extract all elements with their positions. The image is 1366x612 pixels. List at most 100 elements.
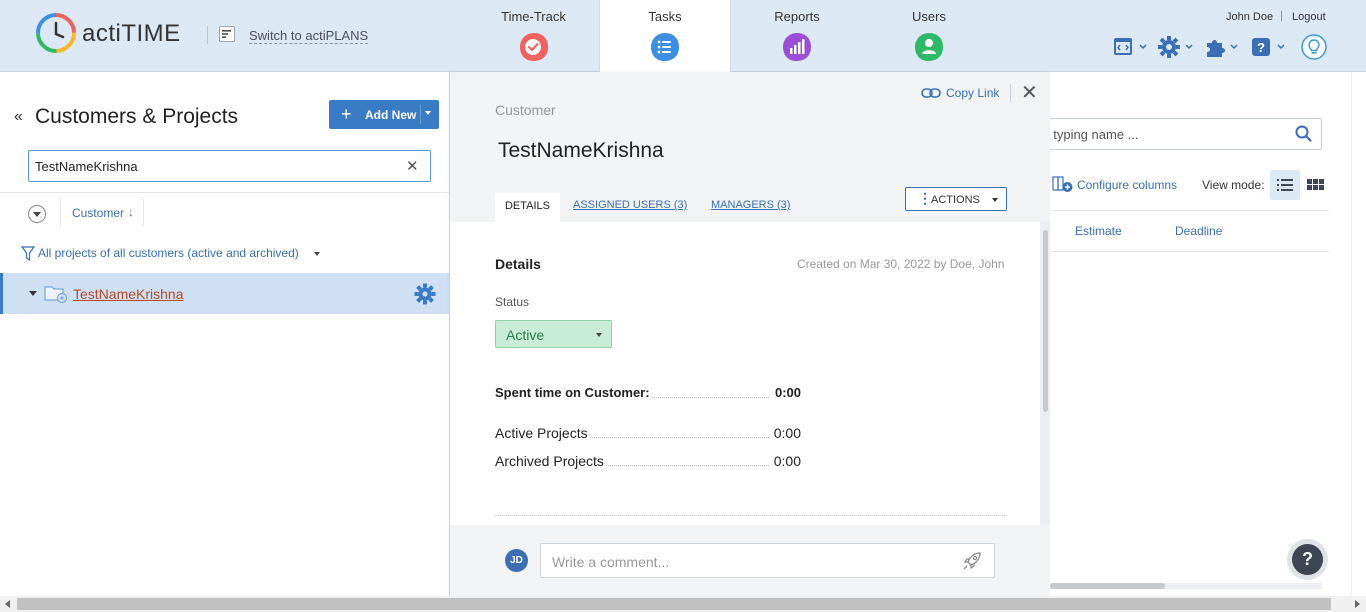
sort-arrow-icon[interactable]: ↓ bbox=[128, 205, 134, 219]
scrollbar-thumb[interactable] bbox=[1050, 583, 1165, 589]
user-icon bbox=[915, 33, 943, 61]
filter-icon bbox=[21, 246, 35, 262]
grid-view-icon[interactable] bbox=[1307, 178, 1325, 192]
brand-name: actiTIME bbox=[82, 20, 181, 47]
customer-name[interactable]: TestNameKrishna bbox=[498, 139, 664, 163]
created-info: Created on Mar 30, 2022 by Doe, John bbox=[797, 257, 1005, 271]
archived-projects-row: Archived Projects 0:00 bbox=[495, 453, 801, 471]
switch-to-actiplans-link[interactable]: Switch to actiPLANS bbox=[249, 28, 369, 44]
nav-tab-users[interactable]: Users bbox=[863, 0, 995, 71]
tasks-list-panel bbox=[1050, 72, 1350, 596]
tree-item-label[interactable]: TestNameKrishna bbox=[73, 286, 184, 302]
spent-time-label: Spent time on Customer: bbox=[495, 385, 652, 400]
nav-tab-time-track[interactable]: Time-Track bbox=[468, 0, 599, 71]
task-search-placeholder: t typing name ... bbox=[1046, 127, 1139, 142]
page-vertical-scrollbar[interactable] bbox=[1351, 72, 1366, 596]
gear-icon[interactable] bbox=[1157, 35, 1197, 59]
user-separator: | bbox=[1280, 10, 1283, 22]
help-button-label: ? bbox=[1292, 544, 1323, 575]
tab-details[interactable]: DETAILS bbox=[495, 193, 560, 222]
button-divider bbox=[420, 105, 421, 124]
nav-tab-label: Reports bbox=[774, 9, 820, 24]
calendar-code-icon[interactable] bbox=[1112, 35, 1152, 59]
help-icon[interactable]: ? bbox=[1250, 35, 1290, 59]
copy-link-button[interactable]: Copy Link bbox=[946, 86, 999, 100]
link-icon[interactable] bbox=[921, 86, 941, 100]
spent-time-value: 0:00 bbox=[770, 385, 801, 400]
configure-columns-link[interactable]: Configure columns bbox=[1077, 178, 1177, 192]
entity-type-label: Customer bbox=[495, 102, 556, 118]
list-view-button[interactable] bbox=[1270, 170, 1300, 200]
nav-tab-label: Users bbox=[912, 9, 946, 24]
details-scrollbar[interactable] bbox=[1040, 222, 1050, 525]
column-header-deadline[interactable]: Deadline bbox=[1175, 224, 1222, 238]
column-header-estimate[interactable]: Estimate bbox=[1075, 224, 1122, 238]
comment-input[interactable]: Write a comment... bbox=[540, 543, 995, 578]
divider bbox=[495, 515, 1005, 516]
tab-managers[interactable]: MANAGERS (3) bbox=[711, 199, 790, 211]
close-icon[interactable]: ✕ bbox=[1021, 80, 1038, 105]
archived-projects-value: 0:00 bbox=[769, 453, 801, 469]
tree-item-customer[interactable]: TestNameKrishna bbox=[0, 273, 449, 314]
chevron-down-icon bbox=[596, 333, 602, 337]
plans-icon[interactable] bbox=[219, 26, 235, 42]
puzzle-icon[interactable] bbox=[1204, 35, 1244, 59]
scrollbar-thumb[interactable] bbox=[1043, 230, 1048, 412]
project-filter-dropdown[interactable]: All projects of all customers (active an… bbox=[38, 246, 299, 260]
view-mode-label: View mode: bbox=[1202, 178, 1265, 192]
avatar: JD bbox=[505, 549, 528, 572]
list-view-icon bbox=[1277, 179, 1293, 191]
search-icon[interactable] bbox=[1295, 125, 1312, 142]
panel-title: Customers & Projects bbox=[35, 105, 239, 128]
scroll-left-arrow-icon[interactable] bbox=[5, 600, 10, 608]
more-vertical-icon: ⋮ bbox=[918, 190, 932, 206]
status-label: Status bbox=[495, 295, 530, 309]
actitime-logo-icon[interactable] bbox=[36, 13, 76, 53]
divider bbox=[1050, 210, 1329, 211]
lightbulb-icon[interactable] bbox=[1300, 33, 1328, 61]
tab-assigned-users[interactable]: ASSIGNED USERS (3) bbox=[573, 199, 687, 211]
scrollbar-thumb[interactable] bbox=[17, 598, 1331, 610]
active-projects-label: Active Projects bbox=[495, 425, 590, 441]
actions-label: ACTIONS bbox=[931, 194, 980, 206]
clear-search-icon[interactable]: ✕ bbox=[406, 157, 419, 175]
nav-tab-reports[interactable]: Reports bbox=[731, 0, 863, 71]
nav-tab-tasks[interactable]: Tasks bbox=[599, 0, 731, 72]
active-projects-value: 0:00 bbox=[769, 425, 801, 441]
customer-folder-icon bbox=[44, 286, 68, 304]
column-divider bbox=[143, 198, 144, 226]
customer-detail-panel: Copy Link ✕ Customer TestNameKrishna DET… bbox=[450, 72, 1050, 596]
chevron-down-icon[interactable] bbox=[314, 252, 320, 256]
plus-icon: + bbox=[341, 104, 352, 124]
check-icon bbox=[519, 33, 548, 61]
send-rocket-icon[interactable] bbox=[961, 550, 983, 572]
svg-text:?: ? bbox=[1257, 40, 1265, 55]
help-button[interactable]: ? bbox=[1287, 539, 1328, 580]
gear-icon[interactable] bbox=[414, 283, 436, 305]
customers-projects-panel: « Customers & Projects + Add New TestNam… bbox=[0, 72, 450, 596]
details-content: Details Created on Mar 30, 2022 by Doe, … bbox=[450, 222, 1050, 525]
status-dropdown[interactable]: Active bbox=[495, 320, 612, 348]
divider bbox=[1010, 84, 1011, 102]
add-new-button[interactable]: + Add New bbox=[329, 100, 439, 129]
active-projects-row: Active Projects 0:00 bbox=[495, 425, 801, 443]
expand-caret-icon[interactable] bbox=[29, 291, 37, 296]
archived-projects-label: Archived Projects bbox=[495, 453, 606, 469]
nav-tab-label: Tasks bbox=[648, 9, 682, 24]
column-divider bbox=[60, 198, 61, 226]
chevron-down-icon[interactable] bbox=[425, 111, 431, 115]
customer-column-header[interactable]: Customer bbox=[72, 206, 124, 220]
actions-button[interactable]: ⋮ ACTIONS bbox=[905, 187, 1007, 211]
divider bbox=[0, 192, 450, 193]
status-value: Active bbox=[506, 327, 545, 343]
customer-search-input[interactable]: TestNameKrishna bbox=[28, 150, 431, 182]
section-title: Details bbox=[495, 256, 541, 272]
user-name[interactable]: John Doe bbox=[1226, 11, 1273, 23]
scroll-right-arrow-icon[interactable] bbox=[1355, 600, 1360, 608]
page-horizontal-scrollbar[interactable] bbox=[0, 596, 1366, 612]
logout-link[interactable]: Logout bbox=[1292, 11, 1326, 23]
expand-all-button[interactable] bbox=[28, 205, 46, 223]
configure-columns-icon[interactable] bbox=[1052, 176, 1074, 194]
tasks-horizontal-scrollbar[interactable] bbox=[1050, 583, 1322, 589]
collapse-panel-icon[interactable]: « bbox=[14, 108, 23, 126]
